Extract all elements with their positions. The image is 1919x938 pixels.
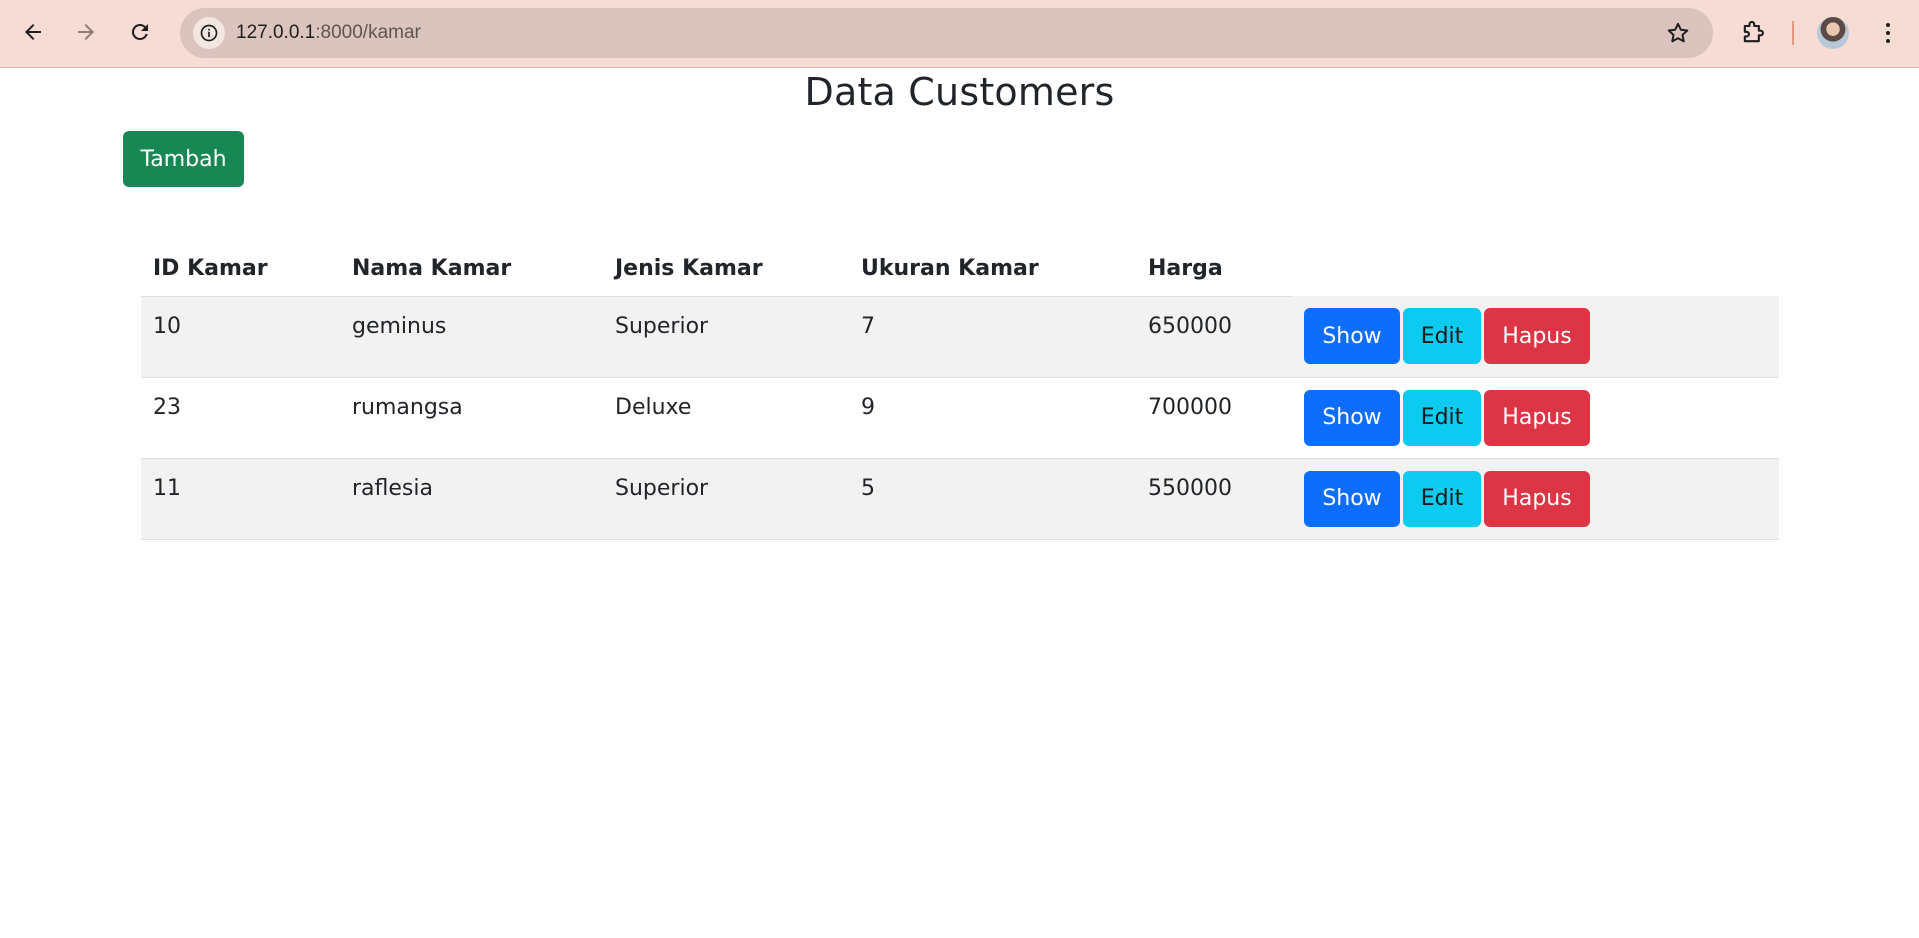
show-button[interactable]: Show [1304, 470, 1400, 527]
cell-jenis: Deluxe [603, 377, 849, 459]
extensions-button[interactable] [1736, 16, 1770, 50]
cell-actions: Show Edit Hapus [1292, 458, 1779, 540]
dot-icon [1886, 31, 1890, 35]
cell-ukuran: 7 [849, 296, 1136, 378]
table-row: 10 geminus Superior 7 650000 Show Edit Hap… [141, 296, 1779, 378]
reload-button[interactable] [122, 14, 158, 50]
table-header-row: ID Kamar Nama Kamar Jenis Kamar Ukuran K… [141, 241, 1779, 297]
edit-button[interactable]: Edit [1403, 308, 1481, 364]
cell-nama: rumangsa [340, 377, 603, 459]
arrow-right-icon [78, 24, 94, 40]
browser-toolbar: 127.0.0.1:8000/kamar [0, 0, 1919, 68]
address-bar[interactable]: 127.0.0.1:8000/kamar [180, 8, 1713, 58]
dot-icon [1886, 23, 1890, 27]
header-nama-kamar: Nama Kamar [340, 241, 603, 297]
cell-jenis: Superior [603, 296, 849, 378]
table-row: 23 rumangsa Deluxe 9 700000 Show Edit Hapu… [141, 377, 1779, 459]
header-actions [1292, 241, 1779, 296]
profile-avatar[interactable] [1817, 17, 1849, 49]
url-path: :8000/kamar [315, 22, 421, 43]
reload-icon [131, 23, 148, 40]
cell-nama: raflesia [340, 458, 603, 540]
cell-harga: 700000 [1136, 377, 1292, 459]
delete-button[interactable]: Hapus [1484, 308, 1590, 364]
cell-jenis: Superior [603, 458, 849, 540]
edit-button[interactable]: Edit [1403, 389, 1481, 446]
show-button[interactable]: Show [1304, 308, 1400, 364]
rooms-table: ID Kamar Nama Kamar Jenis Kamar Ukuran K… [141, 241, 1779, 540]
site-info-button[interactable] [193, 17, 225, 49]
arrow-left-icon [25, 24, 41, 40]
cell-id: 23 [141, 377, 340, 459]
delete-button[interactable]: Hapus [1484, 470, 1590, 527]
cell-id: 11 [141, 458, 340, 540]
dot-icon [1886, 39, 1890, 43]
cell-ukuran: 9 [849, 377, 1136, 459]
cell-harga: 550000 [1136, 458, 1292, 540]
cell-nama: geminus [340, 296, 603, 378]
bookmark-star-icon[interactable] [1665, 20, 1691, 46]
url-text[interactable]: 127.0.0.1:8000/kamar [236, 8, 421, 58]
header-id-kamar: ID Kamar [141, 241, 340, 297]
edit-button[interactable]: Edit [1403, 470, 1481, 527]
header-ukuran-kamar: Ukuran Kamar [849, 241, 1136, 297]
cell-actions: Show Edit Hapus [1292, 296, 1779, 378]
table-row: 11 raflesia Superior 5 550000 Show Edit Ha… [141, 458, 1779, 540]
header-harga: Harga [1136, 241, 1292, 297]
cell-actions: Show Edit Hapus [1292, 377, 1779, 459]
cell-id: 10 [141, 296, 340, 378]
url-host: 127.0.0.1 [236, 22, 316, 43]
back-button[interactable] [15, 14, 51, 50]
header-jenis-kamar: Jenis Kamar [603, 241, 849, 297]
forward-button[interactable] [68, 14, 104, 50]
info-icon [200, 24, 218, 42]
page-title: Data Customers [804, 70, 1115, 114]
show-button[interactable]: Show [1304, 389, 1400, 446]
cell-harga: 650000 [1136, 296, 1292, 378]
toolbar-separator [1792, 21, 1794, 45]
puzzle-icon [1743, 20, 1764, 43]
add-button[interactable]: Tambah [123, 131, 244, 187]
cell-ukuran: 5 [849, 458, 1136, 540]
delete-button[interactable]: Hapus [1484, 389, 1590, 446]
browser-menu-button[interactable] [1872, 17, 1904, 49]
